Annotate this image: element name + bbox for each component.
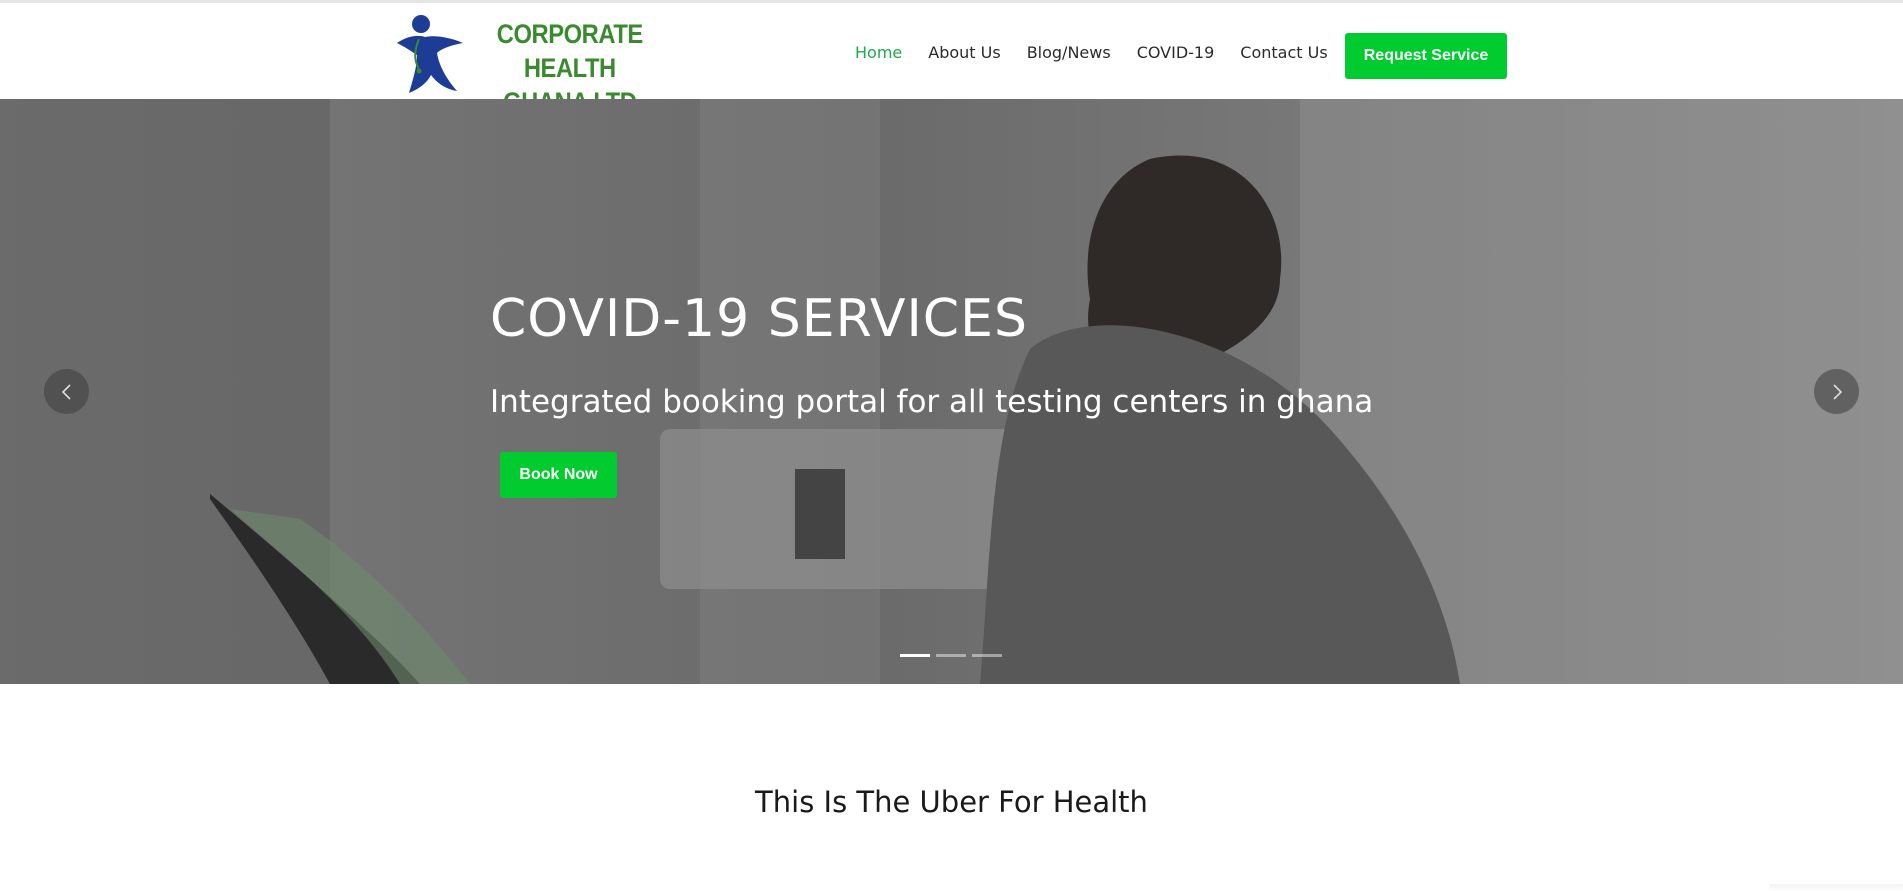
nav-item-contact-us[interactable]: Contact Us (1240, 41, 1327, 65)
carousel-next-button[interactable] (1814, 369, 1859, 414)
carousel-prev-button[interactable] (44, 369, 89, 414)
main-navigation: Home About Us Blog/News COVID-19 Contact… (855, 41, 1354, 65)
nav-item-about-us[interactable]: About Us (928, 41, 1000, 65)
nav-item-home[interactable]: Home (855, 41, 902, 65)
hero-subtitle: Integrated booking portal for all testin… (490, 384, 1374, 420)
logo-line-1: CORPORATE HEALTH (496, 19, 644, 83)
carousel-dot-3[interactable] (972, 654, 1002, 657)
bottom-right-shadow (1770, 884, 1903, 891)
chevron-right-icon (1832, 383, 1842, 400)
section-heading: This Is The Uber For Health (755, 785, 1148, 819)
chevron-left-icon (61, 383, 71, 400)
site-header: CORPORATE HEALTH GHANA LTD Home About Us… (0, 3, 1903, 117)
brand-logo[interactable]: CORPORATE HEALTH GHANA LTD (395, 13, 695, 117)
hero-carousel: COVID-19 SERVICES Integrated booking por… (0, 99, 1903, 684)
carousel-indicators (900, 654, 1008, 657)
book-now-button[interactable]: Book Now (500, 452, 617, 498)
carousel-dot-1[interactable] (900, 654, 930, 657)
nav-item-blog-news[interactable]: Blog/News (1027, 41, 1111, 65)
request-service-button[interactable]: Request Service (1345, 33, 1507, 79)
hero-title: COVID-19 SERVICES (490, 289, 1028, 349)
nav-item-covid-19[interactable]: COVID-19 (1137, 41, 1215, 65)
carousel-dot-2[interactable] (936, 654, 966, 657)
logo-figure-icon (397, 15, 463, 93)
